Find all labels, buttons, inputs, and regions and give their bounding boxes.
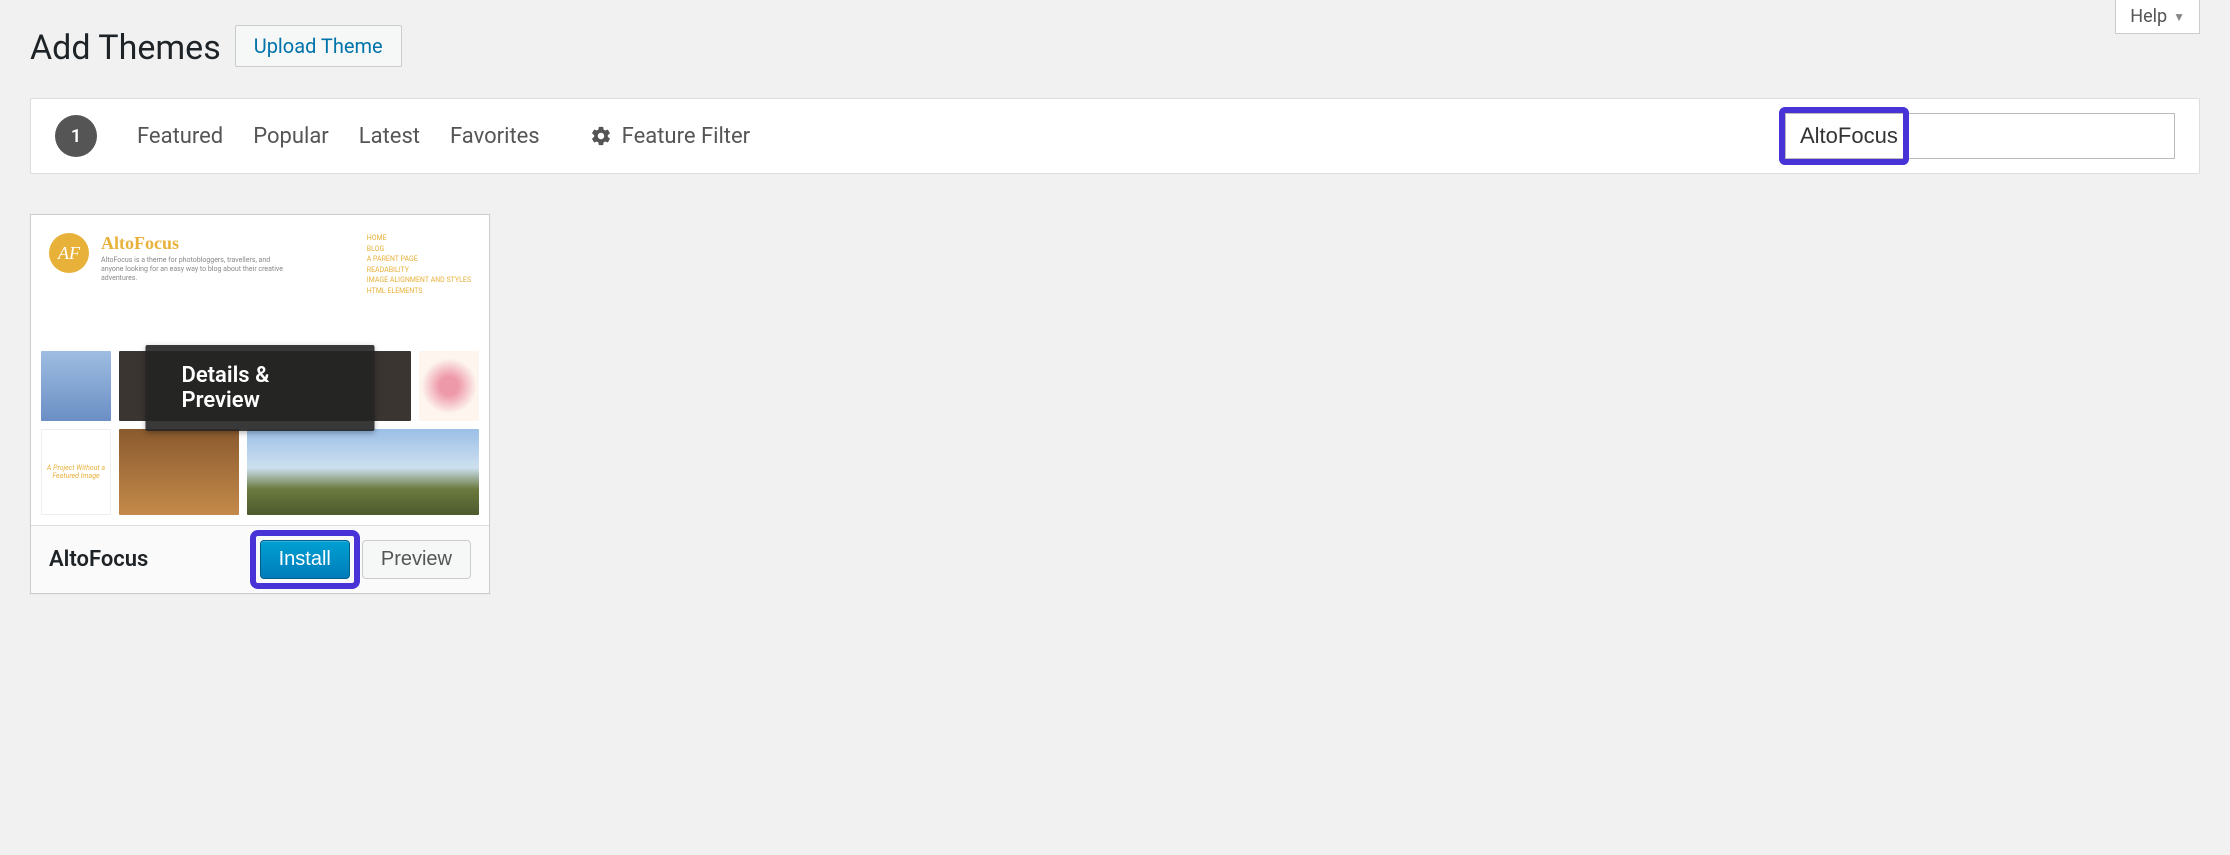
filter-favorites[interactable]: Favorites xyxy=(450,124,540,149)
result-count-badge: 1 xyxy=(55,115,97,157)
filter-featured[interactable]: Featured xyxy=(137,124,223,149)
gallery-tile: A Project Without a Featured Image xyxy=(41,429,111,515)
search-input[interactable] xyxy=(1785,113,2175,159)
theme-card-footer: AltoFocus Install Preview xyxy=(31,525,489,593)
upload-theme-button[interactable]: Upload Theme xyxy=(235,25,402,67)
chevron-down-icon: ▼ xyxy=(2173,10,2185,24)
screenshot-subtitle: AltoFocus is a theme for photobloggers, … xyxy=(101,256,291,283)
preview-button[interactable]: Preview xyxy=(362,540,471,579)
install-button[interactable]: Install xyxy=(260,540,350,579)
nav-item: IMAGE ALIGNMENT AND STYLES xyxy=(367,275,471,286)
nav-item: HOME xyxy=(367,233,471,244)
gallery-tile xyxy=(119,429,239,515)
gear-icon xyxy=(590,125,612,147)
feature-filter-label: Feature Filter xyxy=(622,124,750,149)
details-preview-button[interactable]: Details & Preview xyxy=(146,345,375,431)
theme-card[interactable]: AF AltoFocus AltoFocus is a theme for ph… xyxy=(30,214,490,594)
help-tab[interactable]: Help ▼ xyxy=(2115,0,2200,34)
nav-item: READABILITY xyxy=(367,265,471,276)
gallery-tile xyxy=(419,351,479,421)
filter-popular[interactable]: Popular xyxy=(253,124,329,149)
screenshot-nav: HOME BLOG A PARENT PAGE READABILITY IMAG… xyxy=(367,233,471,296)
filter-bar: 1 Featured Popular Latest Favorites Feat… xyxy=(30,98,2200,174)
page-title: Add Themes xyxy=(30,28,221,68)
help-label: Help xyxy=(2130,6,2167,27)
search-wrap xyxy=(1785,113,2175,159)
nav-item: A PARENT PAGE xyxy=(367,254,471,265)
screenshot-title: AltoFocus xyxy=(101,233,291,254)
theme-name: AltoFocus xyxy=(49,547,248,572)
nav-item: HTML ELEMENTS xyxy=(367,286,471,297)
theme-screenshot: AF AltoFocus AltoFocus is a theme for ph… xyxy=(31,215,489,525)
filter-latest[interactable]: Latest xyxy=(359,124,420,149)
feature-filter-button[interactable]: Feature Filter xyxy=(590,124,750,149)
gallery-tile xyxy=(41,351,111,421)
nav-item: BLOG xyxy=(367,244,471,255)
gallery-tile xyxy=(247,429,479,515)
theme-results: AF AltoFocus AltoFocus is a theme for ph… xyxy=(30,214,2200,594)
theme-logo-icon: AF xyxy=(49,233,89,273)
